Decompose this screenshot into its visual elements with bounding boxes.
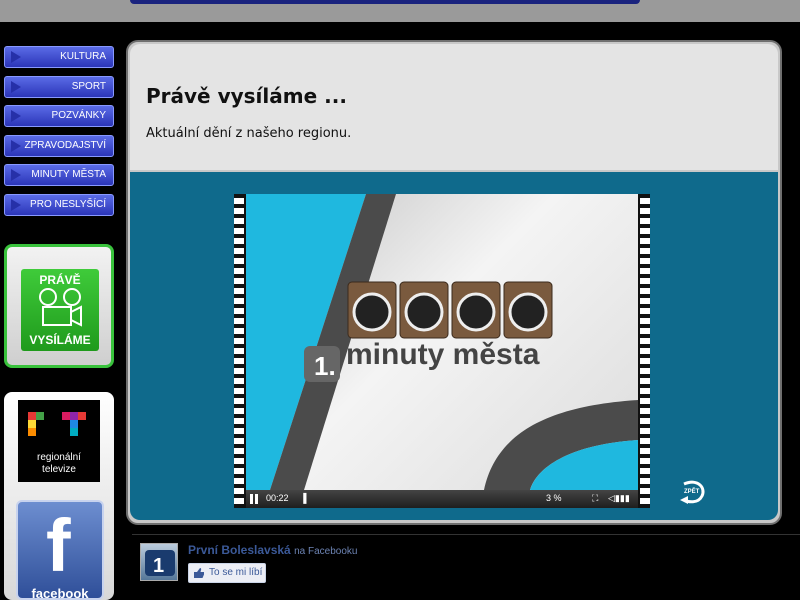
back-label: ZPĚT [684,487,700,495]
main-header: Právě vysíláme ... Aktuální dění z našeh… [130,44,778,170]
nav-item-minuty-mesta[interactable]: MINUTY MĚSTA [4,164,114,186]
like-button-label: To se mi líbí [209,567,263,578]
nav-item-pozvanky[interactable]: POZVÁNKY [4,105,114,127]
nav-item-kultura[interactable]: KULTURA [4,46,114,68]
film-reel-icon [347,281,553,339]
film-strip-right [640,194,650,508]
nav-item-label: POZVÁNKY [51,110,106,121]
nav-item-sport[interactable]: SPORT [4,75,114,98]
back-button[interactable]: ZPĚT [678,476,708,506]
pause-button[interactable] [250,494,259,504]
nav-item-zpravodajstvi[interactable]: ZPRAVODAJSTVÍ [4,134,114,157]
arrow-icon [11,80,21,93]
facebook-page-name: První Boleslavská [188,543,291,557]
facebook-page-suffix: na Facebooku [294,546,358,557]
nav-item-pro-neslysici[interactable]: PRO NESLYŠÍCÍ [4,193,114,216]
promo-line1: PRÁVĚ [39,273,81,287]
like-button[interactable]: To se mi líbí [188,563,266,583]
prave-vysilame-badge: PRÁVĚ VYSÍLÁME [21,269,99,351]
arrow-icon [11,139,21,152]
nav-item-label: PRO NESLYŠÍCÍ [30,198,106,210]
svg-text:1: 1 [153,555,164,577]
nav-item-label: MINUTY MĚSTA [31,169,106,180]
nav-item-label: KULTURA [60,51,106,62]
promo-line2: VYSÍLÁME [29,333,91,347]
film-camera-icon [39,288,82,327]
volume-icon[interactable]: ▐ [300,493,306,503]
video-player[interactable]: 1. minuty města 00:22 ▐ 3 % ⛶ ◁▮▮▮ [234,194,650,508]
main-body: 1. minuty města 00:22 ▐ 3 % ⛶ ◁▮▮▮ ZPĚT [130,172,778,520]
top-tab-edge [130,0,640,4]
arrow-icon [11,110,21,122]
back-arrow-icon: ZPĚT [680,480,705,504]
regional-tv-logo[interactable]: regionální televize [18,400,100,482]
facebook-logo[interactable]: f facebook [16,500,104,600]
page-title: Právě vysíláme ... [146,84,347,108]
page-subtitle: Aktuální dění z našeho regionu. [146,126,352,141]
thumbs-up-icon [194,568,204,578]
playback-time: 00:22 [266,493,289,503]
nav-item-label: SPORT [71,80,106,92]
fullscreen-icon[interactable]: ⛶ [592,493,598,504]
arrow-icon [11,198,21,211]
regional-tv-label-1: regionální [37,452,81,463]
main-panel: Právě vysíláme ... Aktuální dění z našeh… [126,40,782,525]
nav-item-label: ZPRAVODAJSTVÍ [24,139,107,151]
facebook-like-box: 1 První Boleslavská na Facebooku To se m… [132,534,800,600]
buffer-percent: 3 % [546,493,562,503]
mute-icon[interactable]: ◁▮▮▮ [608,493,630,504]
facebook-f-icon: f [46,504,71,587]
arrow-icon [11,51,21,63]
minuty-mesta-logo-text: minuty města [346,338,540,371]
player-controls: 00:22 ▐ 3 % ⛶ ◁▮▮▮ [246,490,638,508]
channel-one-icon: 1. [304,346,340,382]
regional-tv-box: regionální televize f facebook [4,392,114,600]
page-avatar[interactable]: 1 [140,543,178,581]
prave-vysilame-banner[interactable]: PRÁVĚ VYSÍLÁME [4,244,114,368]
channel-one-icon: 1 [145,550,175,577]
regional-tv-label-2: televize [42,464,76,475]
top-bar [0,0,800,22]
facebook-wordmark: facebook [31,586,89,600]
video-screen[interactable]: 1. minuty města [246,194,638,490]
regional-tv-mark-icon [28,412,86,436]
svg-text:1.: 1. [314,351,336,381]
facebook-page-link[interactable]: První Boleslavská na Facebooku [188,543,357,557]
arrow-icon [11,169,21,181]
sidebar-nav: KULTURA SPORT POZVÁNKY ZPRAVODAJSTVÍ MIN… [4,46,114,223]
film-strip-left [234,194,244,508]
